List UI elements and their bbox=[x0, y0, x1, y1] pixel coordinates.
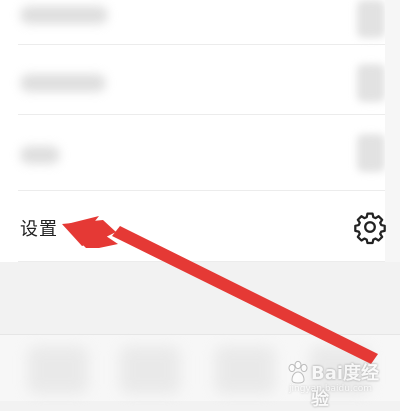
blurred-item-chevron bbox=[357, 0, 385, 38]
blurred-item-label bbox=[20, 6, 108, 24]
tab-item-2[interactable] bbox=[120, 346, 180, 394]
blurred-list-item-3[interactable] bbox=[0, 124, 385, 184]
tab-item-1[interactable] bbox=[28, 346, 88, 394]
settings-row[interactable]: 设置 bbox=[0, 191, 385, 261]
blurred-list-item-2[interactable] bbox=[0, 52, 385, 112]
gear-icon[interactable] bbox=[352, 209, 388, 245]
blurred-item-label bbox=[20, 146, 60, 164]
tab-item-3[interactable] bbox=[215, 346, 275, 394]
watermark-url: jingyan.baidu.com bbox=[289, 384, 373, 394]
list-divider bbox=[18, 261, 385, 262]
blurred-item-label bbox=[20, 74, 106, 92]
list-divider bbox=[18, 44, 385, 45]
settings-list-card: 设置 bbox=[0, 0, 385, 262]
paw-logo-icon bbox=[288, 360, 308, 384]
blurred-item-chevron bbox=[357, 134, 385, 172]
settings-label: 设置 bbox=[20, 219, 58, 240]
blurred-list-item-1[interactable] bbox=[0, 0, 385, 60]
blurred-item-chevron bbox=[357, 64, 385, 102]
baidu-jingyan-watermark: Bai度经验 jingyan.baidu.com bbox=[285, 358, 395, 410]
list-divider bbox=[18, 114, 385, 115]
